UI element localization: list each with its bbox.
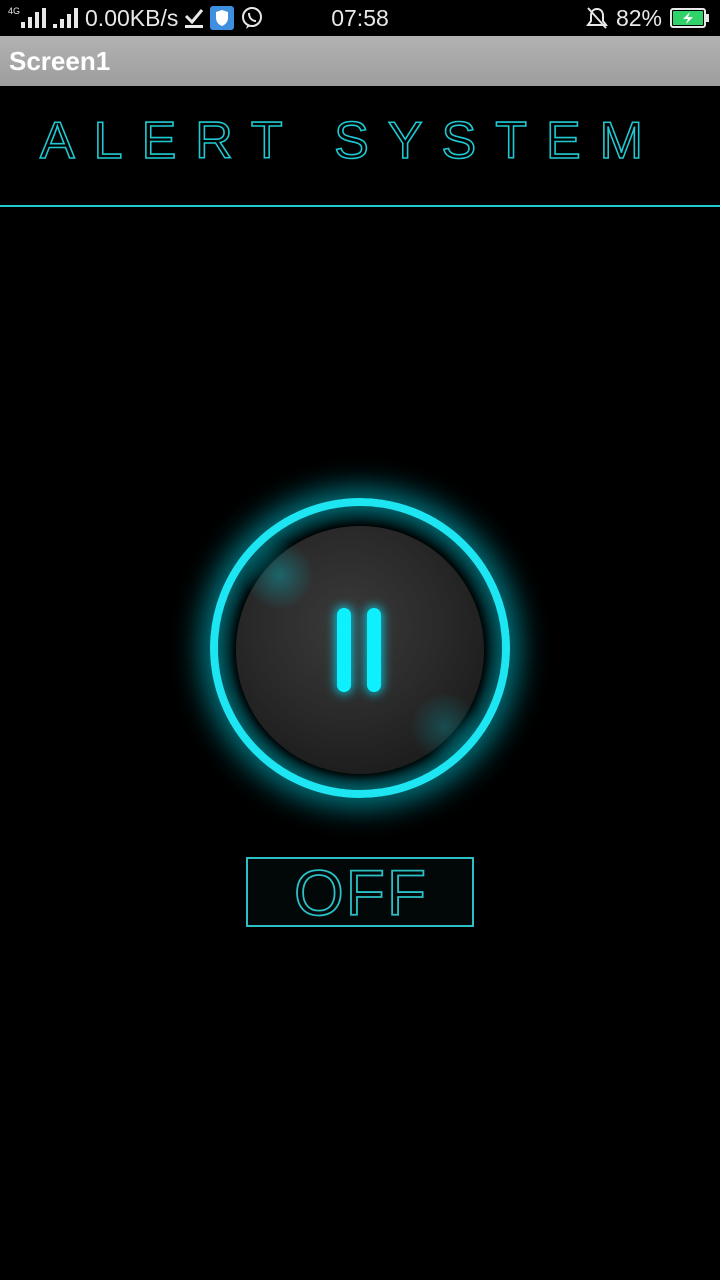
status-left: 4G 0.00KB/s bbox=[8, 0, 264, 36]
heading-graphic: ALERT SYSTEM bbox=[39, 111, 680, 171]
download-done-icon bbox=[185, 9, 204, 28]
knob bbox=[236, 526, 484, 774]
shield-icon bbox=[210, 6, 235, 30]
state-toggle-button[interactable]: OFF bbox=[246, 857, 474, 927]
signal-icon bbox=[21, 8, 47, 28]
state-label: OFF bbox=[294, 859, 428, 925]
heading-divider bbox=[0, 205, 720, 207]
pause-bar bbox=[337, 608, 351, 692]
state-label-graphic: OFF bbox=[293, 859, 428, 925]
battery-percent: 82% bbox=[615, 4, 662, 31]
network-type-label: 4G bbox=[8, 6, 21, 16]
knob-highlight bbox=[244, 540, 314, 610]
viber-icon bbox=[242, 7, 263, 29]
heading-title: ALERT SYSTEM bbox=[40, 112, 680, 170]
battery-charging-icon bbox=[670, 8, 709, 28]
knob-highlight bbox=[410, 692, 480, 762]
signal-icon bbox=[53, 8, 79, 28]
network-speed: 0.00KB/s bbox=[85, 4, 179, 31]
app-title: Screen1 bbox=[9, 46, 111, 76]
pause-bar bbox=[367, 608, 381, 692]
app-bar: Screen1 bbox=[0, 36, 720, 86]
power-button[interactable] bbox=[200, 488, 520, 808]
status-right: 82% bbox=[585, 0, 710, 36]
screen: 4G 0.00KB/s 07:58 82% Screen1 ALERT SYST… bbox=[0, 0, 720, 1280]
status-bar: 4G 0.00KB/s 07:58 82% bbox=[0, 0, 720, 36]
bell-off-icon bbox=[585, 7, 608, 29]
heading: ALERT SYSTEM bbox=[0, 100, 720, 180]
